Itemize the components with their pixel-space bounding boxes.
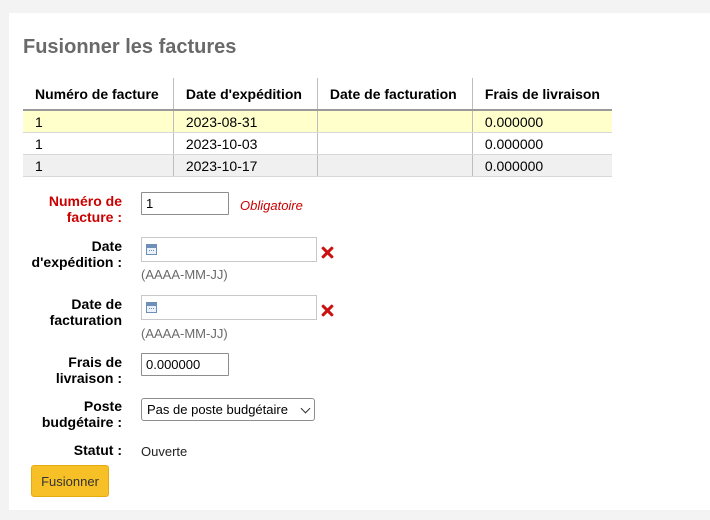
table-row: 1 2023-10-17 0.000000 xyxy=(23,154,612,177)
table-header-row: Numéro de facture Date d'expédition Date… xyxy=(23,78,612,111)
chevron-down-icon xyxy=(300,403,311,414)
fund-select-value: Pas de poste budgétaire xyxy=(147,402,288,417)
billing-date-label-line1: Date de xyxy=(71,296,122,312)
col-header-billing-date[interactable]: Date de facturation xyxy=(317,78,473,111)
status-label: Statut : xyxy=(2,442,122,458)
col-header-shipment-date[interactable]: Date d'expédition xyxy=(173,78,318,111)
fund-label-line2: budgétaire : xyxy=(41,414,122,430)
shipping-cost-input[interactable] xyxy=(141,353,229,376)
table-row: 1 2023-08-31 0.000000 xyxy=(23,110,612,133)
clear-icon[interactable] xyxy=(321,304,334,317)
merge-button[interactable]: Fusionner xyxy=(31,465,109,497)
cell-shipping-cost: 0.000000 xyxy=(472,110,612,133)
page-title: Fusionner les factures xyxy=(23,36,237,58)
calendar-icon[interactable] xyxy=(146,244,157,255)
shipping-cost-label-line1: Frais de xyxy=(68,354,122,370)
invoice-number-label-line1: Numéro de xyxy=(48,193,122,209)
fund-label-line1: Poste xyxy=(83,398,122,414)
billing-date-hint: (AAAA-MM-JJ) xyxy=(141,326,228,341)
cell-billing-date xyxy=(317,154,473,177)
fund-select[interactable]: Pas de poste budgétaire xyxy=(141,398,315,421)
calendar-icon[interactable] xyxy=(146,302,157,313)
shipment-date-label: Date d'expédition : xyxy=(2,238,122,270)
cell-invoice-number: 1 xyxy=(23,110,174,133)
shipping-cost-label: Frais de livraison : xyxy=(2,354,122,386)
clear-icon[interactable] xyxy=(321,246,334,259)
shipment-date-hint: (AAAA-MM-JJ) xyxy=(141,267,228,282)
cell-shipping-cost: 0.000000 xyxy=(472,154,612,177)
invoice-number-label-line2: facture : xyxy=(66,209,122,225)
cell-billing-date xyxy=(317,110,473,133)
fund-label: Poste budgétaire : xyxy=(2,398,122,430)
invoice-number-input[interactable] xyxy=(141,192,229,215)
cell-invoice-number: 1 xyxy=(23,132,174,155)
required-note: Obligatoire xyxy=(240,198,303,213)
shipment-date-input[interactable] xyxy=(141,237,317,262)
billing-date-input[interactable] xyxy=(141,295,317,320)
shipment-date-label-line2: d'expédition : xyxy=(31,254,122,270)
status-value: Ouverte xyxy=(141,444,188,459)
cell-shipment-date: 2023-08-31 xyxy=(173,110,318,133)
cell-shipment-date: 2023-10-03 xyxy=(173,132,318,155)
cell-invoice-number: 1 xyxy=(23,154,174,177)
shipment-date-label-line1: Date xyxy=(91,238,122,254)
table-row: 1 2023-10-03 0.000000 xyxy=(23,132,612,155)
status-label-text: Statut : xyxy=(73,442,122,458)
col-header-shipping-cost[interactable]: Frais de livraison xyxy=(472,78,612,111)
billing-date-label-line2: facturation xyxy=(49,312,122,328)
shipping-cost-label-line2: livraison : xyxy=(55,370,122,386)
invoice-number-label: Numéro de facture : xyxy=(2,193,122,225)
invoices-table: Numéro de facture Date d'expédition Date… xyxy=(23,78,612,177)
billing-date-label: Date de facturation xyxy=(2,296,122,328)
cell-shipment-date: 2023-10-17 xyxy=(173,154,318,177)
col-header-invoice-number[interactable]: Numéro de facture xyxy=(23,78,174,111)
cell-shipping-cost: 0.000000 xyxy=(472,132,612,155)
cell-billing-date xyxy=(317,132,473,155)
